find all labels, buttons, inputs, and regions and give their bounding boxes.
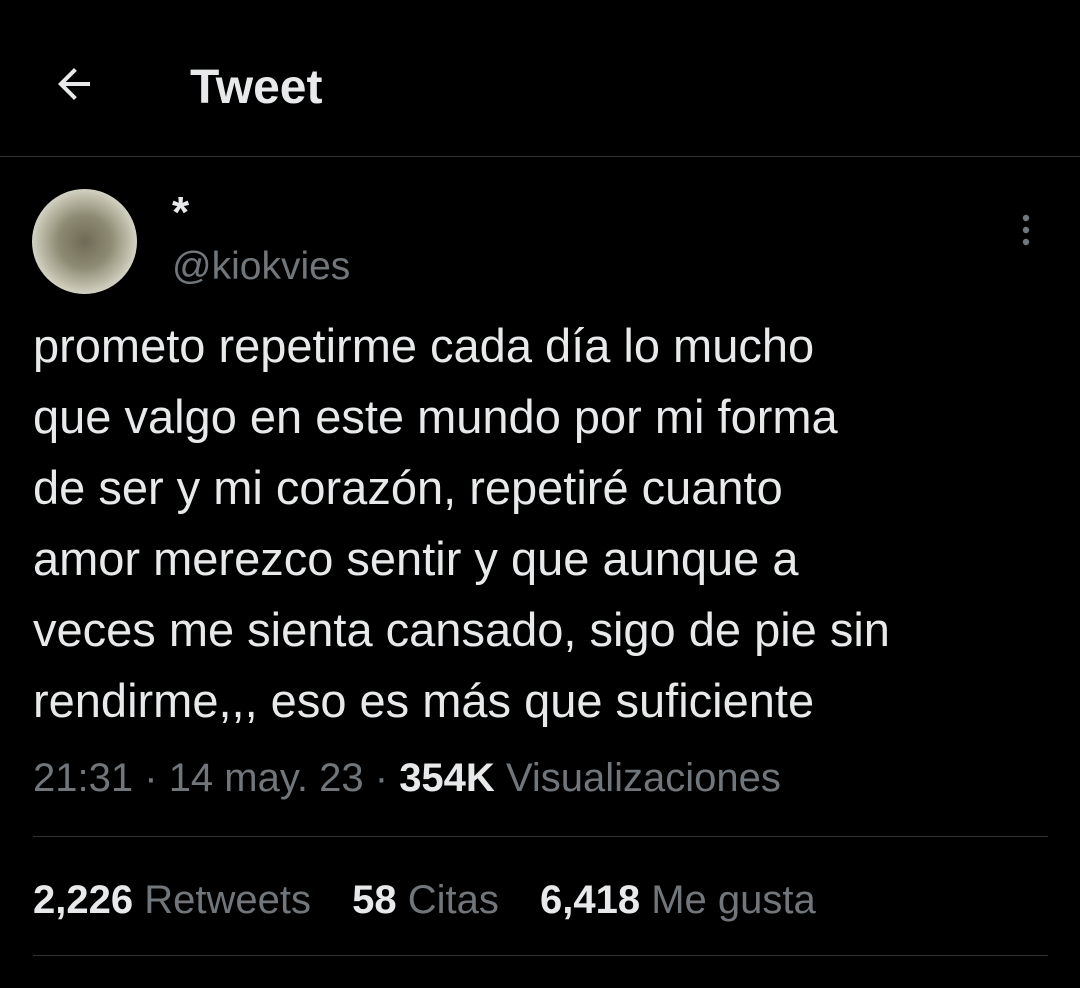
tweet-metadata: 21:31 · 14 may. 23 · 354K Visualizacione… (33, 750, 781, 806)
views-count: 354K (399, 756, 495, 800)
meta-separator: · (144, 756, 158, 800)
divider (33, 955, 1048, 956)
retweets-count: 2,226 (33, 878, 134, 922)
page-title: Tweet (190, 61, 323, 114)
divider (33, 836, 1048, 837)
display-name[interactable]: * (172, 188, 189, 238)
user-handle[interactable]: @kiokvies (172, 244, 350, 290)
avatar[interactable] (32, 189, 137, 294)
arrow-left-icon (50, 60, 98, 113)
retweets-stat[interactable]: 2,226 Retweets (33, 872, 311, 928)
retweets-label: Retweets (144, 878, 311, 922)
more-options-button[interactable] (1010, 212, 1042, 252)
views-label: Visualizaciones (505, 756, 781, 800)
quotes-stat[interactable]: 58 Citas (352, 872, 499, 928)
quotes-count: 58 (352, 878, 397, 922)
meta-separator: · (374, 756, 389, 800)
top-bar: Tweet (0, 0, 1080, 157)
likes-count: 6,418 (540, 878, 641, 922)
engagement-stats: 2,226 Retweets 58 Citas 6,418 Me gusta (33, 872, 846, 928)
tweet-date[interactable]: 14 may. 23 (169, 756, 364, 800)
likes-stat[interactable]: 6,418 Me gusta (540, 872, 816, 928)
tweet-time[interactable]: 21:31 (33, 756, 133, 800)
vertical-ellipsis-icon (1020, 212, 1032, 253)
quotes-label: Citas (407, 878, 499, 922)
back-button[interactable] (44, 56, 104, 116)
tweet-text: prometo repetirme cada día lo mucho que … (33, 319, 890, 727)
likes-label: Me gusta (651, 878, 816, 922)
